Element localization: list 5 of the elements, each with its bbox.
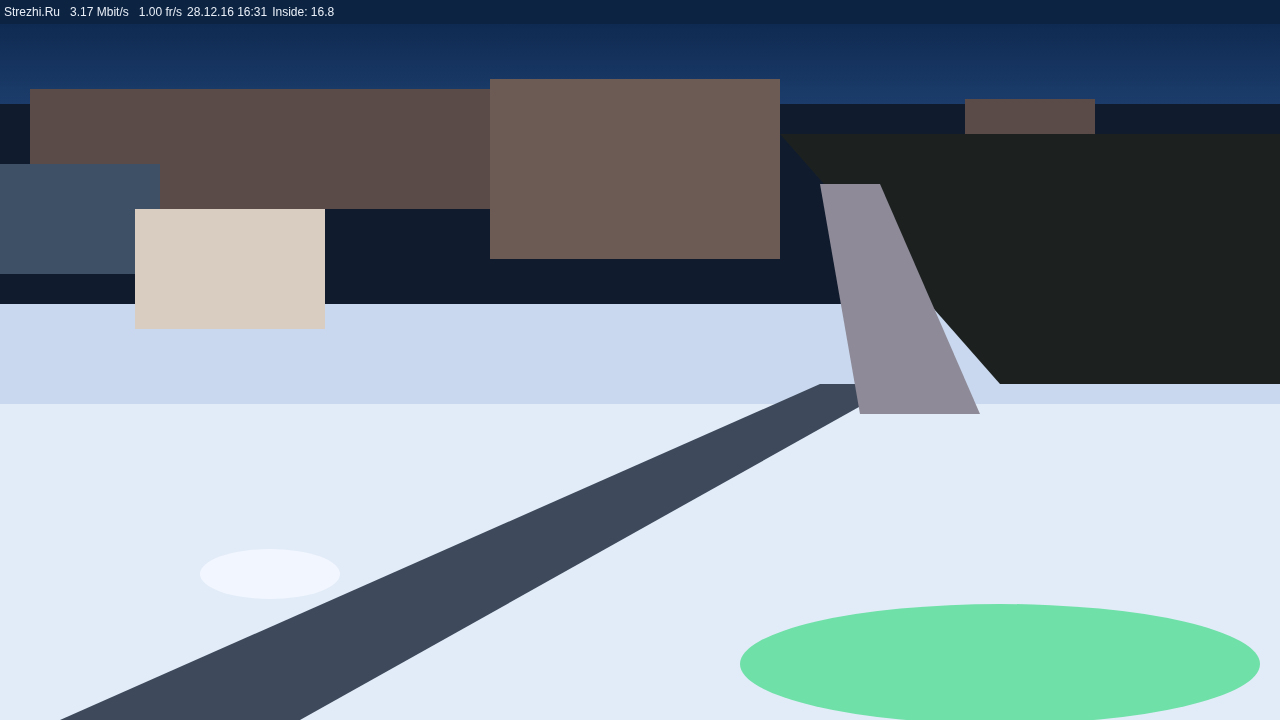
date-time-text: 28.12.16 16:31: [187, 4, 268, 21]
frame-rate-text: 1.00 fr/s: [138, 4, 183, 21]
temperature-text: Inside: 16.8: [272, 4, 335, 21]
site-name: Strezhi.Ru: [4, 4, 61, 21]
bitrate-text: 3.17 Mbit/s: [70, 4, 129, 21]
